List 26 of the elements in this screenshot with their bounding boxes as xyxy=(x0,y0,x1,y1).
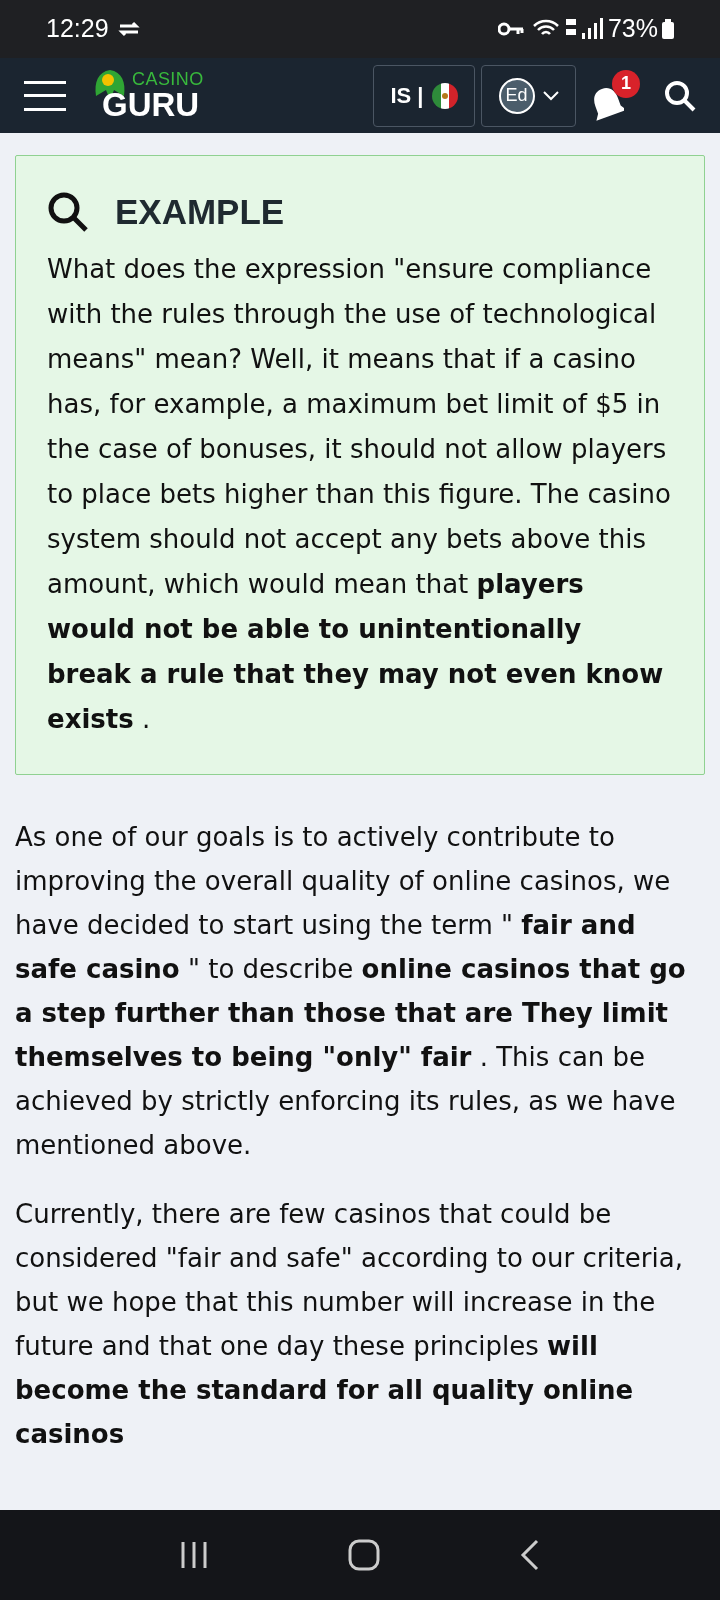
recent-apps-icon[interactable] xyxy=(180,1540,208,1570)
language-button[interactable]: IS | xyxy=(373,64,475,127)
battery-percent: 73% xyxy=(607,13,658,45)
account-button[interactable]: Ed xyxy=(481,64,576,127)
clock: 12:29 xyxy=(46,13,109,45)
menu-icon[interactable] xyxy=(24,80,66,111)
paragraph: As one of our goals is to actively contribute to improving the overall quality of online casinos, we have decided to start using the term " fair and safe casino " to describe online casinos that go a step further than those that are They limit themselves to being "only" fair . This can be achieved by strictly enforcing its rules, as we have mentioned above. xyxy=(15,820,687,1162)
back-icon[interactable] xyxy=(520,1539,540,1571)
chevron-down-icon xyxy=(542,90,559,101)
notification-button[interactable]: 1 xyxy=(590,69,640,122)
logo-text: GURU xyxy=(102,87,200,121)
logo[interactable]: CASINO GURU xyxy=(92,67,212,124)
key-icon xyxy=(497,22,524,36)
logo-text: CASINO xyxy=(132,69,204,88)
paragraph: Currently, there are few casinos that could be considered "fair and safe" according to our criteria, but we hope that this number will increase in the future and that one day these principles will become the standard for all quality online casinos xyxy=(15,1197,684,1451)
example-title: EXAMPLE xyxy=(115,191,285,233)
flag-icon xyxy=(431,82,458,109)
battery-icon xyxy=(662,19,674,39)
sync-icon xyxy=(116,20,141,38)
example-text: What does the expression "ensure compliance with the rules through the use of technological means" mean? Well, it means that if a casino has, for example, a maximum bet limit of $5 in the case of bonuses, it should not allow players to place bets higher than this figure. The casino system should not accept any bets above this amount, which would mean that players would not be able to unintentionally break a rule that they may not even know exists . xyxy=(47,252,672,736)
home-icon[interactable] xyxy=(348,1539,380,1571)
search-icon xyxy=(47,191,89,234)
notification-badge: 1 xyxy=(612,69,640,98)
search-icon[interactable] xyxy=(664,79,696,112)
avatar: Ed xyxy=(498,77,535,114)
signal-icon xyxy=(563,17,604,41)
